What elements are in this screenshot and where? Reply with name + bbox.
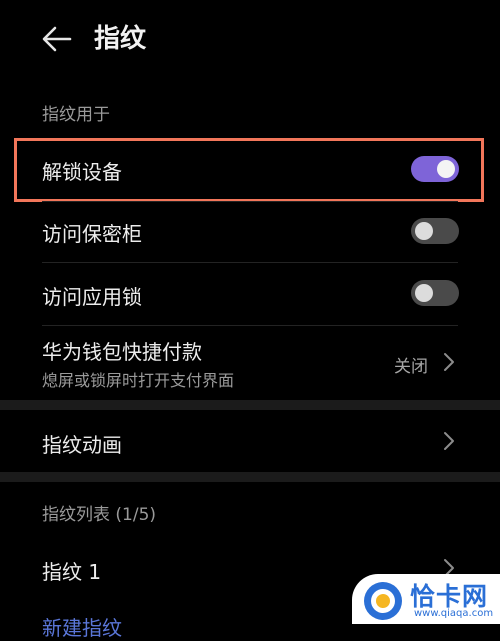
setting-row-access-safe[interactable]: 访问保密柜	[0, 202, 500, 262]
new-fingerprint-link[interactable]: 新建指纹	[42, 612, 122, 641]
toggle-knob	[415, 222, 433, 240]
setting-label-access-app-lock: 访问应用锁	[42, 285, 142, 309]
chevron-right-icon	[444, 353, 454, 371]
toggle-knob	[415, 284, 433, 302]
watermark-badge: 恰卡网 www.qiaqa.com	[352, 574, 500, 624]
section-header-fingerprint-list: 指纹列表 (1/5)	[42, 505, 157, 525]
setting-value-wallet-quick-pay: 关闭	[394, 357, 428, 377]
setting-row-wallet-quick-pay[interactable]: 华为钱包快捷付款 熄屏或锁屏时打开支付界面 关闭	[0, 326, 500, 400]
setting-label-fingerprint-animation: 指纹动画	[42, 433, 122, 457]
watermark-url: www.qiaqa.com	[414, 608, 494, 619]
toggle-knob	[437, 160, 455, 178]
setting-label-wallet-quick-pay: 华为钱包快捷付款	[42, 340, 202, 364]
setting-subtitle-wallet-quick-pay: 熄屏或锁屏时打开支付界面	[42, 371, 235, 390]
setting-row-fingerprint-animation[interactable]: 指纹动画	[0, 410, 500, 472]
section-gap	[0, 400, 500, 410]
chevron-right-icon	[444, 432, 454, 450]
top-app-bar: 指纹	[0, 0, 500, 80]
section-header-use-for: 指纹用于	[42, 105, 110, 125]
setting-row-access-app-lock[interactable]: 访问应用锁	[0, 263, 500, 325]
toggle-access-app-lock[interactable]	[411, 280, 459, 306]
page-title: 指纹	[94, 24, 147, 54]
setting-label-unlock-device: 解锁设备	[42, 160, 122, 184]
watermark-logo-icon	[364, 582, 402, 620]
section-gap	[0, 472, 500, 482]
setting-label-access-safe: 访问保密柜	[42, 222, 142, 246]
fingerprint-name: 指纹 1	[42, 560, 102, 584]
setting-row-unlock-device[interactable]: 解锁设备	[0, 136, 500, 202]
toggle-unlock-device[interactable]	[411, 156, 459, 182]
toggle-access-safe[interactable]	[411, 218, 459, 244]
arrow-left-icon[interactable]	[40, 22, 74, 56]
